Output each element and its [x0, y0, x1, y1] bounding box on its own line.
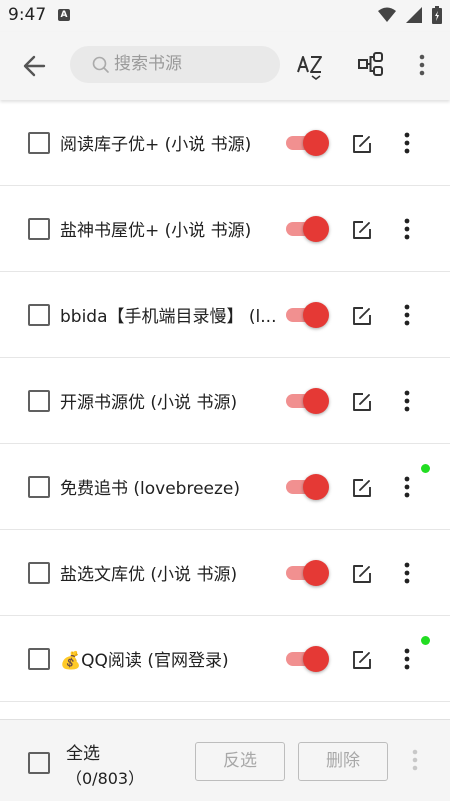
source-checkbox[interactable] — [28, 476, 50, 498]
source-name: bbida【手机端目录慢】 (l... — [60, 307, 275, 327]
edit-icon — [353, 307, 371, 325]
search-box[interactable] — [70, 46, 280, 83]
toggle-thumb — [303, 474, 329, 500]
enable-toggle[interactable] — [284, 646, 329, 672]
enable-toggle[interactable] — [284, 130, 329, 156]
row-more-button[interactable] — [400, 561, 414, 585]
more-vertical-icon — [404, 390, 410, 412]
source-row[interactable]: 盐神书屋优+ (小说 书源) — [0, 186, 450, 272]
toggle-thumb — [303, 216, 329, 242]
edit-button[interactable] — [351, 305, 373, 331]
more-vertical-icon — [412, 749, 418, 771]
edit-button[interactable] — [351, 649, 373, 675]
source-name: 阅读库子优+ (小说 书源) — [60, 135, 252, 155]
source-row[interactable]: 开源书源优 (小说 书源) — [0, 358, 450, 444]
edit-icon — [353, 221, 371, 239]
status-time: 9:47 — [8, 5, 47, 25]
select-all-checkbox[interactable] — [28, 752, 50, 774]
toolbar-more-button[interactable] — [417, 53, 427, 81]
source-row[interactable]: 💰QQ阅读 (官网登录) — [0, 616, 450, 702]
row-more-button[interactable] — [400, 647, 414, 671]
invert-selection-button[interactable]: 反选 — [195, 742, 285, 781]
back-button[interactable] — [20, 52, 50, 80]
edit-icon — [353, 135, 371, 153]
select-all-label[interactable]: 全选 — [66, 739, 100, 764]
source-name: 免费追书 (lovebreeze) — [60, 479, 241, 499]
source-checkbox[interactable] — [28, 218, 50, 240]
edit-icon — [353, 393, 371, 411]
source-name: 开源书源优 (小说 书源) — [60, 393, 238, 413]
source-checkbox[interactable] — [28, 648, 50, 670]
edit-icon — [353, 565, 371, 583]
arrow-left-icon — [23, 55, 46, 77]
wifi-icon — [378, 7, 396, 22]
status-icons — [378, 6, 442, 24]
delete-button[interactable]: 删除 — [298, 742, 388, 781]
row-more-button[interactable] — [400, 303, 414, 327]
row-more-button[interactable] — [400, 131, 414, 155]
bottom-more-button[interactable] — [410, 748, 424, 772]
edit-button[interactable] — [351, 563, 373, 589]
edit-button[interactable] — [351, 391, 373, 417]
source-row[interactable]: 免费追书 (lovebreeze) — [0, 444, 450, 530]
enable-toggle[interactable] — [284, 302, 329, 328]
source-name: 盐神书屋优+ (小说 书源) — [60, 221, 252, 241]
status-bar: 9:47 A — [0, 0, 450, 32]
enable-toggle[interactable] — [284, 474, 329, 500]
toolbar — [0, 32, 450, 100]
row-more-button[interactable] — [400, 475, 414, 499]
edit-icon — [353, 479, 371, 497]
toggle-thumb — [303, 130, 329, 156]
toggle-thumb — [303, 646, 329, 672]
more-vertical-icon — [419, 54, 425, 76]
sort-button[interactable] — [296, 51, 324, 85]
search-input[interactable] — [114, 51, 264, 77]
source-checkbox[interactable] — [28, 304, 50, 326]
source-checkbox[interactable] — [28, 562, 50, 584]
source-name: 盐选文库优 (小说 书源) — [60, 565, 238, 585]
selection-count: （0/803） — [66, 769, 145, 788]
more-vertical-icon — [404, 476, 410, 498]
cell-signal-icon — [406, 7, 422, 23]
status-indicator-dot — [421, 636, 430, 645]
source-checkbox[interactable] — [28, 390, 50, 412]
row-more-button[interactable] — [400, 389, 414, 413]
enable-toggle[interactable] — [284, 216, 329, 242]
source-row[interactable]: 盐选文库优 (小说 书源) — [0, 530, 450, 616]
edit-icon — [353, 651, 371, 669]
more-vertical-icon — [404, 648, 410, 670]
enable-toggle[interactable] — [284, 560, 329, 586]
search-icon — [92, 56, 109, 73]
battery-icon — [432, 6, 442, 24]
bottom-bar: 全选 （0/803） 反选 删除 — [0, 719, 450, 801]
toggle-thumb — [303, 560, 329, 586]
edit-button[interactable] — [351, 477, 373, 503]
more-vertical-icon — [404, 562, 410, 584]
status-indicator-dot — [421, 464, 430, 473]
source-row[interactable]: bbida【手机端目录慢】 (l... — [0, 272, 450, 358]
edit-button[interactable] — [351, 133, 373, 159]
toggle-thumb — [303, 388, 329, 414]
more-vertical-icon — [404, 218, 410, 240]
edit-button[interactable] — [351, 219, 373, 245]
row-more-button[interactable] — [400, 217, 414, 241]
source-list: 阅读库子优+ (小说 书源) 盐神书屋优+ (小说 书源) bbida【手机端目录慢… — [0, 100, 450, 702]
sort-az-icon — [297, 56, 322, 80]
more-vertical-icon — [404, 132, 410, 154]
notification-a-icon: A — [58, 9, 70, 21]
source-checkbox[interactable] — [28, 132, 50, 154]
group-icon — [358, 52, 383, 76]
group-button[interactable] — [357, 51, 385, 83]
toggle-thumb — [303, 302, 329, 328]
more-vertical-icon — [404, 304, 410, 326]
source-name: 💰QQ阅读 (官网登录) — [60, 651, 229, 671]
enable-toggle[interactable] — [284, 388, 329, 414]
source-row[interactable]: 阅读库子优+ (小说 书源) — [0, 100, 450, 186]
